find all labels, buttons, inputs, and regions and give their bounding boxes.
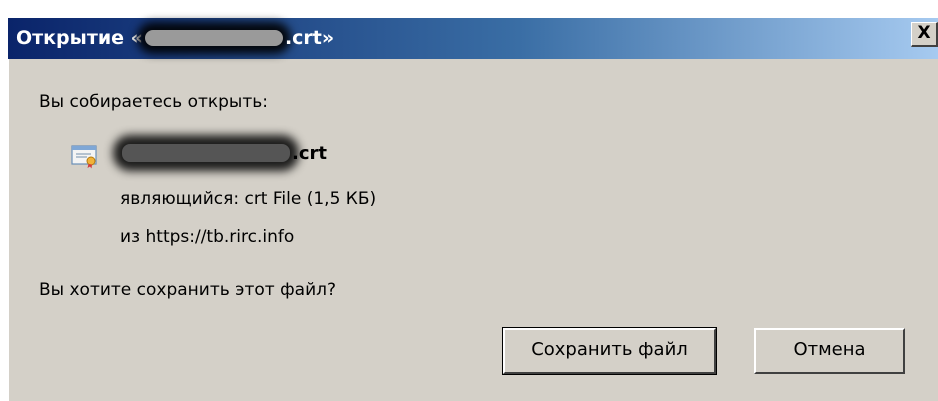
file-type-value: crt File (1,5 КБ) bbox=[244, 189, 377, 209]
file-source-row: из https://tb.rirc.info bbox=[120, 227, 294, 247]
redacted-file-name bbox=[122, 144, 290, 162]
redacted-filename bbox=[144, 30, 283, 46]
cancel-button[interactable]: Отмена bbox=[754, 328, 905, 374]
titlebar: Открытие « .crt» X bbox=[8, 18, 938, 59]
dialog-title: Открытие « .crt» bbox=[16, 27, 334, 49]
open-file-dialog: Открытие « .crt» X Вы собираетесь открыть… bbox=[8, 18, 938, 401]
file-source-label: из bbox=[120, 227, 141, 247]
save-file-button[interactable]: Сохранить файл bbox=[502, 327, 717, 375]
close-icon: X bbox=[917, 23, 931, 43]
file-name-suffix: .crt bbox=[292, 143, 327, 164]
file-name: .crt bbox=[120, 143, 327, 164]
save-prompt: Вы хотите сохранить этот файл? bbox=[39, 280, 337, 300]
open-prompt: Вы собираетесь открыть: bbox=[39, 92, 269, 112]
title-prefix: Открытие « bbox=[16, 27, 143, 49]
file-type-row: являющийся: crt File (1,5 КБ) bbox=[120, 189, 376, 209]
title-suffix: .crt» bbox=[284, 27, 335, 49]
certificate-file-icon bbox=[71, 145, 97, 169]
file-type-label: являющийся: bbox=[120, 189, 240, 209]
close-button[interactable]: X bbox=[911, 22, 938, 47]
file-source-url: https://tb.rirc.info bbox=[145, 227, 295, 247]
